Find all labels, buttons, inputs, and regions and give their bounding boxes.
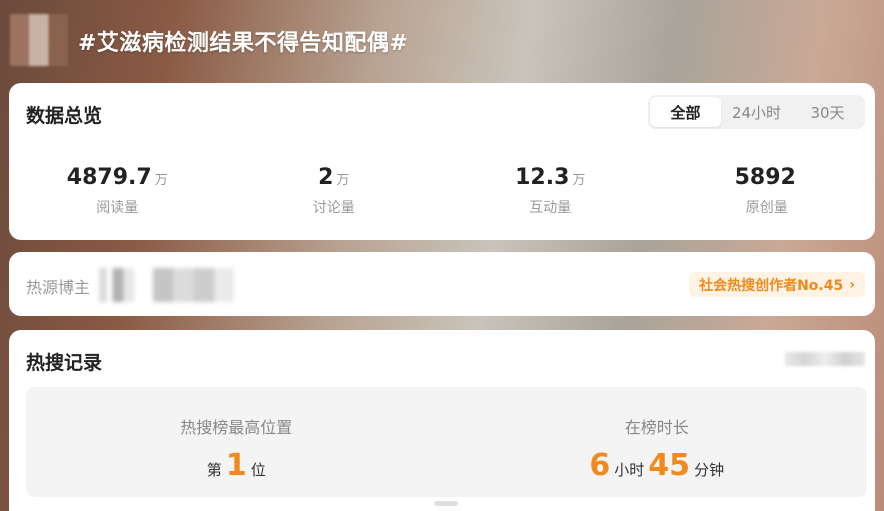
stat-unit: 万 xyxy=(336,173,350,188)
stat-label: 原创量 xyxy=(745,200,788,216)
blurred-link[interactable] xyxy=(785,352,865,366)
tab-24h[interactable]: 24小时 xyxy=(721,97,792,127)
stat-value: 4879.7 xyxy=(66,165,152,190)
hours-unit: 小时 xyxy=(614,461,645,479)
stat-value: 12.3 xyxy=(515,165,570,190)
stat-label: 阅读量 xyxy=(96,200,139,216)
overview-title: 数据总览 xyxy=(26,105,103,127)
stat-unit: 万 xyxy=(572,173,586,188)
creator-rank-text: 社会热搜创作者No.45 xyxy=(699,277,844,294)
stat-originals: 5892 原创量 xyxy=(659,165,876,225)
on-list-duration: 在榜时长 6 小时 45 分钟 xyxy=(447,387,868,497)
overview-stats: 4879.7 万 阅读量 2 万 讨论量 12.3 万 互动量 5892 原创量 xyxy=(9,165,875,225)
blogger-name-blurred[interactable] xyxy=(99,268,234,302)
time-range-tabs: 全部 24小时 30天 xyxy=(648,95,865,129)
duration-label: 在榜时长 xyxy=(624,418,689,437)
stat-value: 2 xyxy=(318,165,334,190)
top-position: 热搜榜最高位置 第 1 位 xyxy=(26,387,447,497)
creator-rank-badge[interactable]: 社会热搜创作者No.45 › xyxy=(689,272,865,297)
rank-prefix: 第 xyxy=(206,461,222,479)
tab-all[interactable]: 全部 xyxy=(650,97,721,127)
stat-value: 5892 xyxy=(734,165,796,190)
hot-record-title: 热搜记录 xyxy=(26,352,103,374)
tab-30d[interactable]: 30天 xyxy=(792,97,863,127)
top-position-label: 热搜榜最高位置 xyxy=(180,418,293,437)
rank-value: 1 xyxy=(225,448,247,483)
data-overview-card: 数据总览 全部 24小时 30天 4879.7 万 阅读量 2 万 讨论量 12… xyxy=(9,83,875,240)
stat-interactions: 12.3 万 互动量 xyxy=(442,165,659,225)
heat-source-label: 热源博主 xyxy=(26,278,91,297)
hot-record-panel: 热搜榜最高位置 第 1 位 在榜时长 6 小时 45 分钟 xyxy=(26,387,867,497)
topic-header: #艾滋病检测结果不得告知配偶# xyxy=(0,0,884,82)
duration-minutes: 45 xyxy=(648,448,691,483)
scroll-indicator xyxy=(434,501,458,506)
heat-source-card: 热源博主 社会热搜创作者No.45 › xyxy=(9,252,875,316)
minutes-unit: 分钟 xyxy=(694,461,725,479)
stat-label: 互动量 xyxy=(529,200,572,216)
topic-title: #艾滋病检测结果不得告知配偶# xyxy=(78,31,409,56)
duration-hours: 6 xyxy=(589,448,611,483)
hot-search-record-card: 热搜记录 热搜榜最高位置 第 1 位 在榜时长 6 小时 45 分钟 xyxy=(9,330,875,511)
stat-label: 讨论量 xyxy=(312,200,355,216)
rank-suffix: 位 xyxy=(250,461,266,479)
stat-discussions: 2 万 讨论量 xyxy=(226,165,443,225)
stat-reads: 4879.7 万 阅读量 xyxy=(9,165,226,225)
chevron-right-icon: › xyxy=(849,276,855,293)
stat-unit: 万 xyxy=(154,173,168,188)
topic-avatar[interactable] xyxy=(10,14,68,66)
